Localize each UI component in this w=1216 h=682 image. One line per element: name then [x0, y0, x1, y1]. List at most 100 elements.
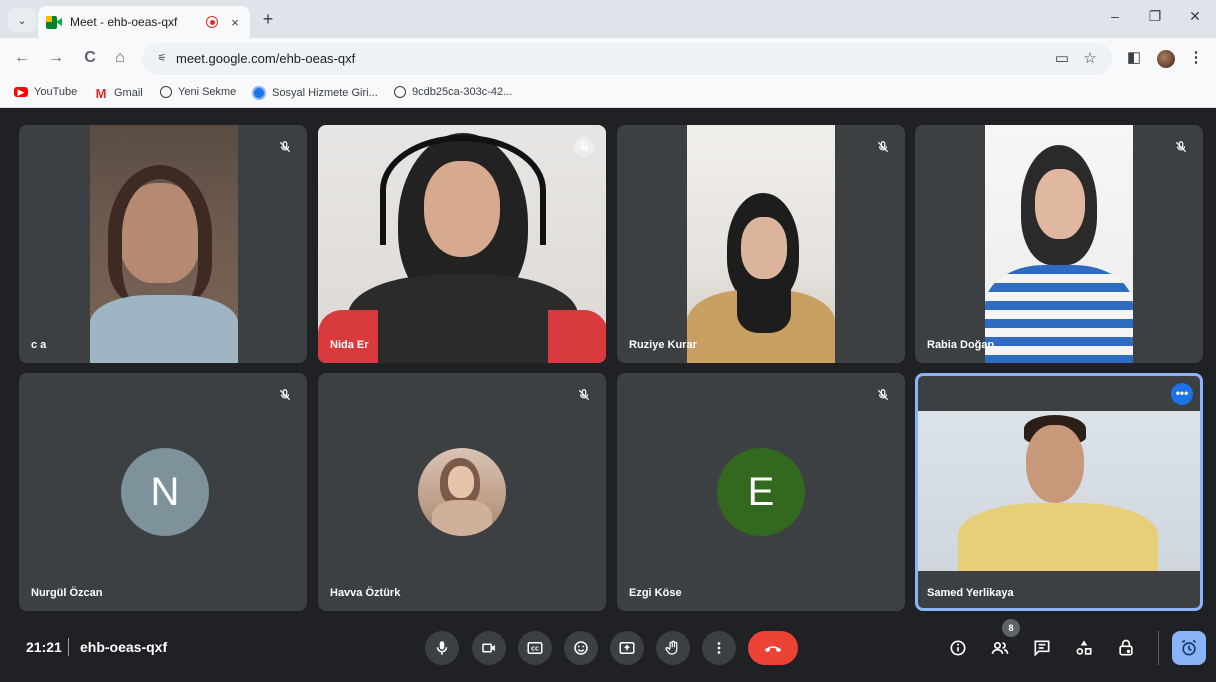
gmail-icon: M	[95, 85, 107, 101]
participant-tile[interactable]: Ruziye Kurar	[617, 125, 905, 363]
participant-avatar: N	[121, 448, 209, 536]
more-vert-icon	[717, 642, 721, 654]
mic-off-icon	[574, 385, 594, 405]
people-icon	[991, 642, 1009, 654]
restore-button[interactable]: ❐	[1140, 8, 1170, 25]
chat-button[interactable]	[1028, 634, 1056, 662]
home-icon[interactable]: ⌂	[110, 49, 130, 67]
scarf-shape	[348, 275, 578, 363]
scarf-shape	[737, 285, 791, 333]
address-bar[interactable]: ⚟ meet.google.com/ehb-oeas-qxf ▭ ☆	[142, 43, 1112, 75]
bookmark-label: Gmail	[114, 87, 143, 99]
minimize-button[interactable]: –	[1100, 8, 1130, 24]
participant-tile[interactable]: Rabia Doğan	[915, 125, 1203, 363]
participant-video	[918, 411, 1200, 571]
participant-name: Havva Öztürk	[330, 587, 401, 599]
bookmark-gmail[interactable]: M Gmail	[94, 85, 143, 101]
activities-button[interactable]	[1070, 634, 1098, 662]
profile-avatar[interactable]	[1157, 50, 1175, 68]
globe-icon	[394, 86, 406, 98]
shapes-icon	[1076, 640, 1092, 655]
leave-call-button[interactable]	[748, 631, 798, 665]
camera-button[interactable]	[472, 631, 506, 665]
more-options-button[interactable]: •••	[1171, 383, 1193, 405]
participant-tile-active[interactable]: ••• Samed Yerlikaya	[915, 373, 1203, 611]
info-icon	[950, 640, 966, 656]
microphone-button[interactable]	[425, 631, 459, 665]
meet-favicon-icon	[46, 15, 62, 29]
bookmark-label: Sosyal Hizmete Giri...	[272, 87, 378, 99]
tab-close-icon[interactable]: ×	[228, 15, 242, 30]
globe-icon	[160, 86, 172, 98]
alarm-icon	[1181, 639, 1197, 656]
chrome-menu-icon[interactable]: ⋮	[1186, 48, 1206, 66]
participant-name: c a	[31, 339, 47, 351]
raise-hand-button[interactable]	[656, 631, 690, 665]
bookmark-sosyal-hizmete[interactable]: Sosyal Hizmete Giri...	[252, 86, 378, 100]
meeting-time: 21:21	[26, 639, 62, 655]
recording-indicator-icon	[206, 16, 218, 28]
mic-off-icon	[275, 385, 295, 405]
participant-tile[interactable]: c a	[19, 125, 307, 363]
close-window-button[interactable]: ✕	[1180, 8, 1210, 25]
reload-icon[interactable]: C	[80, 49, 100, 67]
headphones-shape	[380, 135, 546, 245]
striped-shirt-shape	[985, 265, 1133, 363]
forward-arrow-icon[interactable]: →	[46, 49, 66, 67]
tab-search-chevron-icon[interactable]: ⌄	[8, 8, 36, 32]
shirt-shape	[318, 310, 378, 363]
camera-in-use-icon[interactable]: ▭	[1052, 49, 1072, 67]
captions-icon: CC	[527, 642, 543, 654]
face-shape	[741, 217, 787, 279]
bookmark-yeni-sekme[interactable]: Yeni Sekme	[160, 86, 236, 98]
body-shape	[432, 500, 492, 536]
present-icon	[619, 642, 635, 654]
captions-button[interactable]: CC	[518, 631, 552, 665]
participant-tile[interactable]: N Nurgül Özcan	[19, 373, 307, 611]
reactions-button[interactable]	[564, 631, 598, 665]
face-shape	[448, 466, 474, 498]
participant-tile[interactable]: Nida Er	[318, 125, 606, 363]
chat-icon	[1034, 640, 1050, 657]
meeting-details-button[interactable]	[944, 634, 972, 662]
divider	[1158, 631, 1159, 665]
site-info-icon[interactable]: ⚟	[154, 51, 170, 67]
site-icon	[252, 86, 266, 100]
people-button[interactable]	[986, 634, 1014, 662]
bookmark-star-icon[interactable]: ☆	[1080, 49, 1100, 67]
tab-title: Meet - ehb-oeas-qxf	[70, 15, 178, 29]
participant-video	[90, 125, 238, 363]
tab-meet[interactable]: Meet - ehb-oeas-qxf ×	[38, 6, 250, 38]
mic-off-icon	[275, 137, 295, 157]
participant-photo-avatar	[418, 448, 506, 536]
participant-video	[318, 125, 606, 363]
side-panel-icon[interactable]: ◧	[1124, 48, 1144, 66]
host-controls-button[interactable]	[1112, 634, 1140, 662]
participant-name: Nida Er	[330, 339, 369, 351]
browser-toolbar: ← → C ⌂ ⚟ meet.google.com/ehb-oeas-qxf ▭…	[0, 38, 1216, 80]
present-screen-button[interactable]	[610, 631, 644, 665]
back-arrow-icon[interactable]: ←	[12, 49, 32, 67]
participant-name: Nurgül Özcan	[31, 587, 103, 599]
mic-off-icon	[1171, 137, 1191, 157]
mic-off-icon	[873, 385, 893, 405]
shirt-shape	[958, 503, 1158, 571]
bookmark-9cdb25ca[interactable]: 9cdb25ca-303c-42...	[394, 86, 512, 98]
more-options-button[interactable]	[702, 631, 736, 665]
url-text[interactable]: meet.google.com/ehb-oeas-qxf	[176, 51, 355, 66]
participant-tile[interactable]: Havva Öztürk	[318, 373, 606, 611]
participant-video	[687, 125, 835, 363]
divider	[68, 638, 69, 656]
participant-video	[985, 125, 1133, 363]
participant-avatar: E	[717, 448, 805, 536]
shirt-shape	[90, 295, 238, 363]
face-shape	[1026, 425, 1084, 503]
hand-icon	[665, 640, 678, 655]
bookmark-youtube[interactable]: ▶ YouTube	[14, 86, 77, 98]
camera-icon	[482, 643, 495, 653]
mic-off-icon	[574, 137, 594, 157]
svg-text:CC: CC	[531, 647, 539, 653]
timer-button[interactable]	[1172, 631, 1206, 665]
participant-tile[interactable]: E Ezgi Köse	[617, 373, 905, 611]
new-tab-button[interactable]: +	[258, 9, 278, 30]
